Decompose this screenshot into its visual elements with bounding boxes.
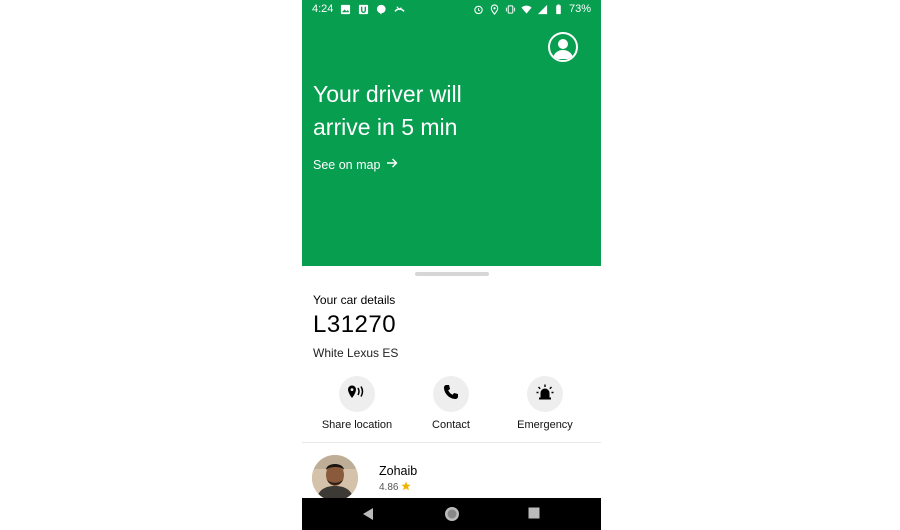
vibrate-icon [505, 4, 516, 15]
car-model: White Lexus ES [313, 346, 399, 360]
alarm-icon [473, 4, 484, 15]
see-on-map-label: See on map [313, 157, 381, 172]
headline-line-2: arrive in 5 min [313, 114, 458, 140]
emergency-label: Emergency [517, 419, 573, 431]
car-details-title: Your car details [313, 293, 396, 307]
driver-rating-value: 4.86 [379, 482, 399, 493]
emergency-button[interactable]: Emergency [497, 376, 593, 431]
system-nav-bar [302, 498, 601, 530]
image-icon [340, 4, 351, 15]
arrow-right-icon [386, 157, 398, 172]
home-icon[interactable] [444, 506, 460, 522]
driver-rating: 4.86 [379, 481, 412, 494]
driver-avatar[interactable] [312, 455, 358, 501]
arrival-headline: Your driver will arrive in 5 min [313, 78, 573, 144]
back-icon[interactable] [362, 507, 374, 521]
wifi-icon [521, 4, 532, 15]
location-icon [489, 3, 500, 15]
recents-icon[interactable] [528, 507, 540, 519]
hangouts-icon [376, 4, 387, 15]
see-on-map-link[interactable]: See on map [313, 157, 398, 172]
arrival-banner: Your driver will arrive in 5 min See on … [302, 18, 601, 266]
contact-label: Contact [432, 419, 470, 431]
status-bar: 4:24 73% [302, 0, 601, 18]
share-location-button[interactable]: Share location [309, 376, 405, 431]
u-app-icon [358, 4, 369, 15]
phone-icon [443, 384, 459, 405]
app-screen: 4:24 73% Your driver will arrive in 5 mi… [302, 0, 601, 530]
signal-icon [537, 4, 548, 15]
status-time: 4:24 [312, 3, 334, 15]
sheet-drag-handle[interactable] [415, 272, 489, 276]
missed-call-icon [394, 4, 406, 15]
divider [302, 442, 601, 443]
profile-icon[interactable] [548, 32, 578, 62]
star-icon [401, 481, 412, 494]
headline-line-1: Your driver will [313, 81, 462, 107]
battery-percent: 73% [568, 3, 591, 15]
share-location-label: Share location [321, 419, 393, 431]
contact-button[interactable]: Contact [403, 376, 499, 431]
share-location-icon [347, 384, 367, 405]
action-row: Share location Contact Emergency [302, 376, 601, 436]
siren-icon [536, 384, 554, 405]
battery-icon [553, 3, 564, 15]
driver-name: Zohaib [379, 464, 418, 478]
license-plate: L31270 [313, 311, 397, 338]
